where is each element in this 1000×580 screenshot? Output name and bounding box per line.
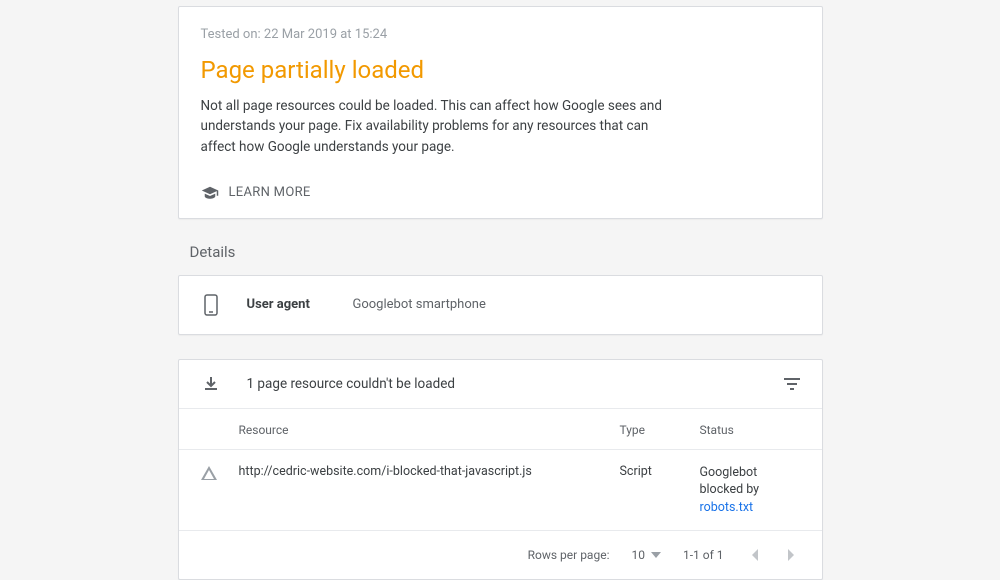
user-agent-card: User agent Googlebot smartphone — [178, 275, 823, 335]
resource-url: http://cedric-website.com/i-blocked-that… — [239, 464, 620, 479]
status-description: Not all page resources could be loaded. … — [201, 96, 681, 157]
prev-page-button[interactable] — [746, 545, 762, 565]
learn-more-link[interactable]: LEARN MORE — [201, 185, 800, 200]
resource-status: Googlebot blocked by robots.txt — [700, 464, 800, 517]
resources-card: 1 page resource couldn't be loaded Resou… — [178, 359, 823, 580]
download-icon — [201, 376, 221, 392]
pagination: Rows per page: 10 1-1 of 1 — [179, 531, 822, 579]
rows-per-page-label: Rows per page: — [528, 548, 610, 562]
resource-type: Script — [620, 464, 700, 479]
filter-button[interactable] — [784, 378, 800, 390]
robots-txt-link[interactable]: robots.txt — [700, 500, 754, 515]
column-type: Type — [620, 423, 700, 437]
column-status: Status — [700, 423, 800, 437]
column-resource: Resource — [239, 423, 620, 437]
learn-more-label: LEARN MORE — [229, 185, 311, 200]
resources-header-text: 1 page resource couldn't be loaded — [247, 376, 758, 392]
details-section-title: Details — [190, 243, 823, 261]
status-prefix: Googlebot blocked by — [700, 465, 760, 498]
warning-icon — [201, 464, 239, 480]
dropdown-icon — [651, 552, 661, 558]
status-card: Tested on: 22 Mar 2019 at 15:24 Page par… — [178, 6, 823, 219]
graduation-cap-icon — [201, 185, 219, 199]
user-agent-label: User agent — [247, 297, 327, 312]
smartphone-icon — [201, 294, 221, 316]
pagination-range: 1-1 of 1 — [683, 548, 724, 562]
rows-per-page-select[interactable]: 10 — [631, 548, 661, 562]
user-agent-value: Googlebot smartphone — [353, 297, 486, 312]
rows-per-page-value: 10 — [631, 548, 645, 562]
status-title: Page partially loaded — [201, 56, 800, 84]
table-header: Resource Type Status — [179, 409, 822, 450]
table-row[interactable]: http://cedric-website.com/i-blocked-that… — [179, 450, 822, 532]
tested-on-text: Tested on: 22 Mar 2019 at 15:24 — [201, 27, 800, 42]
next-page-button[interactable] — [784, 545, 800, 565]
